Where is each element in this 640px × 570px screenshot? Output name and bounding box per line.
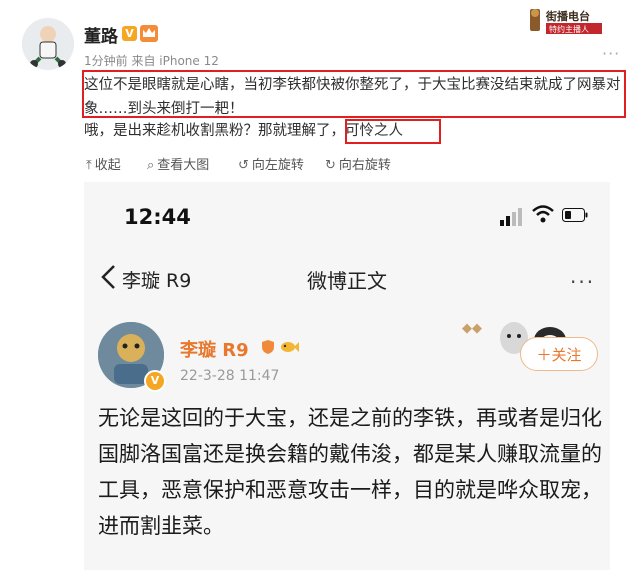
- shrink-icon: ⤒: [86, 158, 92, 173]
- crown-badge-icon: [140, 25, 158, 42]
- rotate-right-label: 向右旋转: [338, 158, 391, 173]
- fish-badge-icon: [281, 342, 299, 352]
- shield-badge-icon: [262, 340, 274, 354]
- watermark-logo: 街播电台 特约主播人: [528, 6, 624, 36]
- author-name[interactable]: 董路: [84, 22, 118, 47]
- svg-text:街播电台: 街播电台: [545, 9, 590, 23]
- rotate-left-icon: ↺: [238, 158, 249, 173]
- nav-title: 微博正文: [307, 269, 387, 293]
- back-icon[interactable]: [99, 264, 117, 290]
- nav-more-icon[interactable]: ···: [570, 270, 595, 294]
- post-date: 22-3-28 11:47: [180, 368, 280, 384]
- zoom-icon: ⌕: [147, 158, 155, 173]
- view-large-button[interactable]: ⌕ 查看大图: [147, 157, 209, 175]
- verified-badge-icon: V: [122, 26, 137, 41]
- rotate-left-button[interactable]: ↺ 向左旋转: [238, 157, 304, 175]
- rotate-right-button[interactable]: ↻ 向右旋转: [325, 157, 391, 175]
- battery-icon: [562, 208, 588, 222]
- highlight-box: [82, 70, 626, 118]
- highlight-box: [345, 119, 441, 144]
- post-text-prefix: 哦，是出来趁机收割黑粉？那就理解了，: [84, 123, 345, 139]
- view-large-label: 查看大图: [157, 158, 210, 173]
- rotate-right-icon: ↻: [325, 158, 336, 173]
- follow-button[interactable]: ＋关注: [520, 337, 598, 371]
- svg-text:◆◆: ◆◆: [462, 321, 482, 336]
- author-avatar[interactable]: [22, 18, 74, 70]
- avatar-image: [22, 18, 74, 70]
- signal-icon: [500, 208, 522, 226]
- post-meta: 1分钟前 来自 iPhone 12: [84, 54, 219, 68]
- nav-username[interactable]: 李璇 R9: [122, 266, 191, 293]
- embedded-screenshot: 12:44 李璇 R9 微博正文 ··· V 李璇 R9 22-3-28 11:…: [84, 182, 610, 570]
- post-body: 无论是这回的于大宝，还是之前的李铁，再或者是归化国脚洛国富还是换会籍的戴伟浚，都…: [98, 406, 602, 538]
- status-time: 12:44: [124, 205, 191, 229]
- verified-badge-icon: V: [144, 370, 166, 392]
- author-name[interactable]: 李璇 R9: [180, 336, 249, 362]
- svg-text:特约主播人: 特约主播人: [549, 24, 589, 34]
- rotate-left-label: 向左旋转: [251, 158, 304, 173]
- collapse-button[interactable]: ⤒ 收起: [86, 157, 121, 175]
- wifi-icon: [532, 205, 554, 223]
- collapse-label: 收起: [94, 158, 121, 173]
- more-options-icon[interactable]: ···: [602, 44, 620, 63]
